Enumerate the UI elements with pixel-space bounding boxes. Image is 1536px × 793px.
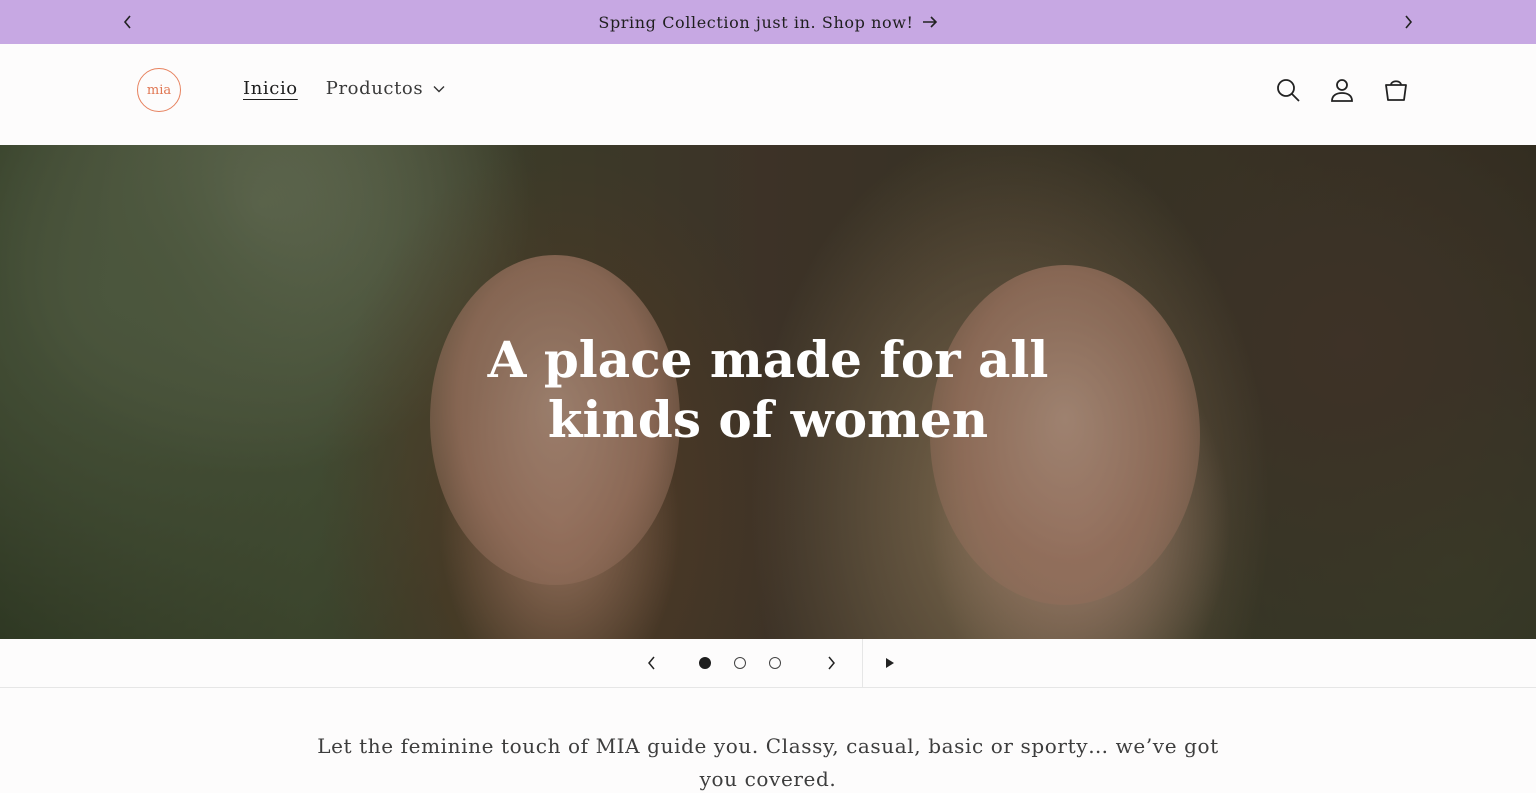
intro-text: Let the feminine touch of MIA guide you.… [317,734,1219,791]
slide-next-button[interactable] [817,649,845,677]
hero-title-line-2: kinds of women [547,390,989,449]
announcement-bar: Spring Collection just in. Shop now! [0,0,1536,44]
announcement-text: Spring Collection just in. Shop now! [598,12,914,32]
announcement-next-button[interactable] [1394,8,1422,36]
chevron-right-icon [827,656,835,670]
announcement-link[interactable]: Spring Collection just in. Shop now! [598,13,937,32]
logo[interactable]: mia [137,68,181,112]
hero-slideshow: A place made for all kinds of women [0,145,1536,639]
controls-divider [862,639,863,687]
slide-dot-3[interactable] [769,657,781,669]
slide-dot-1[interactable] [699,657,711,669]
slide-prev-button[interactable] [637,649,665,677]
account-button[interactable] [1328,76,1356,104]
search-button[interactable] [1274,76,1302,104]
account-icon [1331,79,1353,102]
autoplay-button[interactable] [876,649,904,677]
play-icon [886,658,894,668]
hero-title-line-1: A place made for all [487,330,1049,389]
site-header: mia Inicio Productos [0,44,1536,145]
nav-item-productos[interactable]: Productos [326,78,445,99]
nav-item-inicio[interactable]: Inicio [243,78,298,99]
cart-button[interactable] [1382,76,1410,104]
nav-item-label: Productos [325,78,424,99]
header-icons [1274,76,1410,104]
nav-item-label: Inicio [243,78,298,99]
search-icon [1277,79,1300,102]
slideshow-controls [0,639,1536,688]
announcement-prev-button[interactable] [114,8,142,36]
cart-icon [1385,80,1407,101]
chevron-down-icon [433,85,445,92]
main-nav: Inicio Productos [243,78,445,99]
logo-text: mia [146,82,172,98]
chevron-right-icon [1405,15,1413,29]
chevron-left-icon [123,15,131,29]
arrow-right-icon [922,16,937,28]
hero-title: A place made for all kinds of women [0,330,1536,450]
slide-dot-2[interactable] [734,657,746,669]
chevron-left-icon [647,656,655,670]
